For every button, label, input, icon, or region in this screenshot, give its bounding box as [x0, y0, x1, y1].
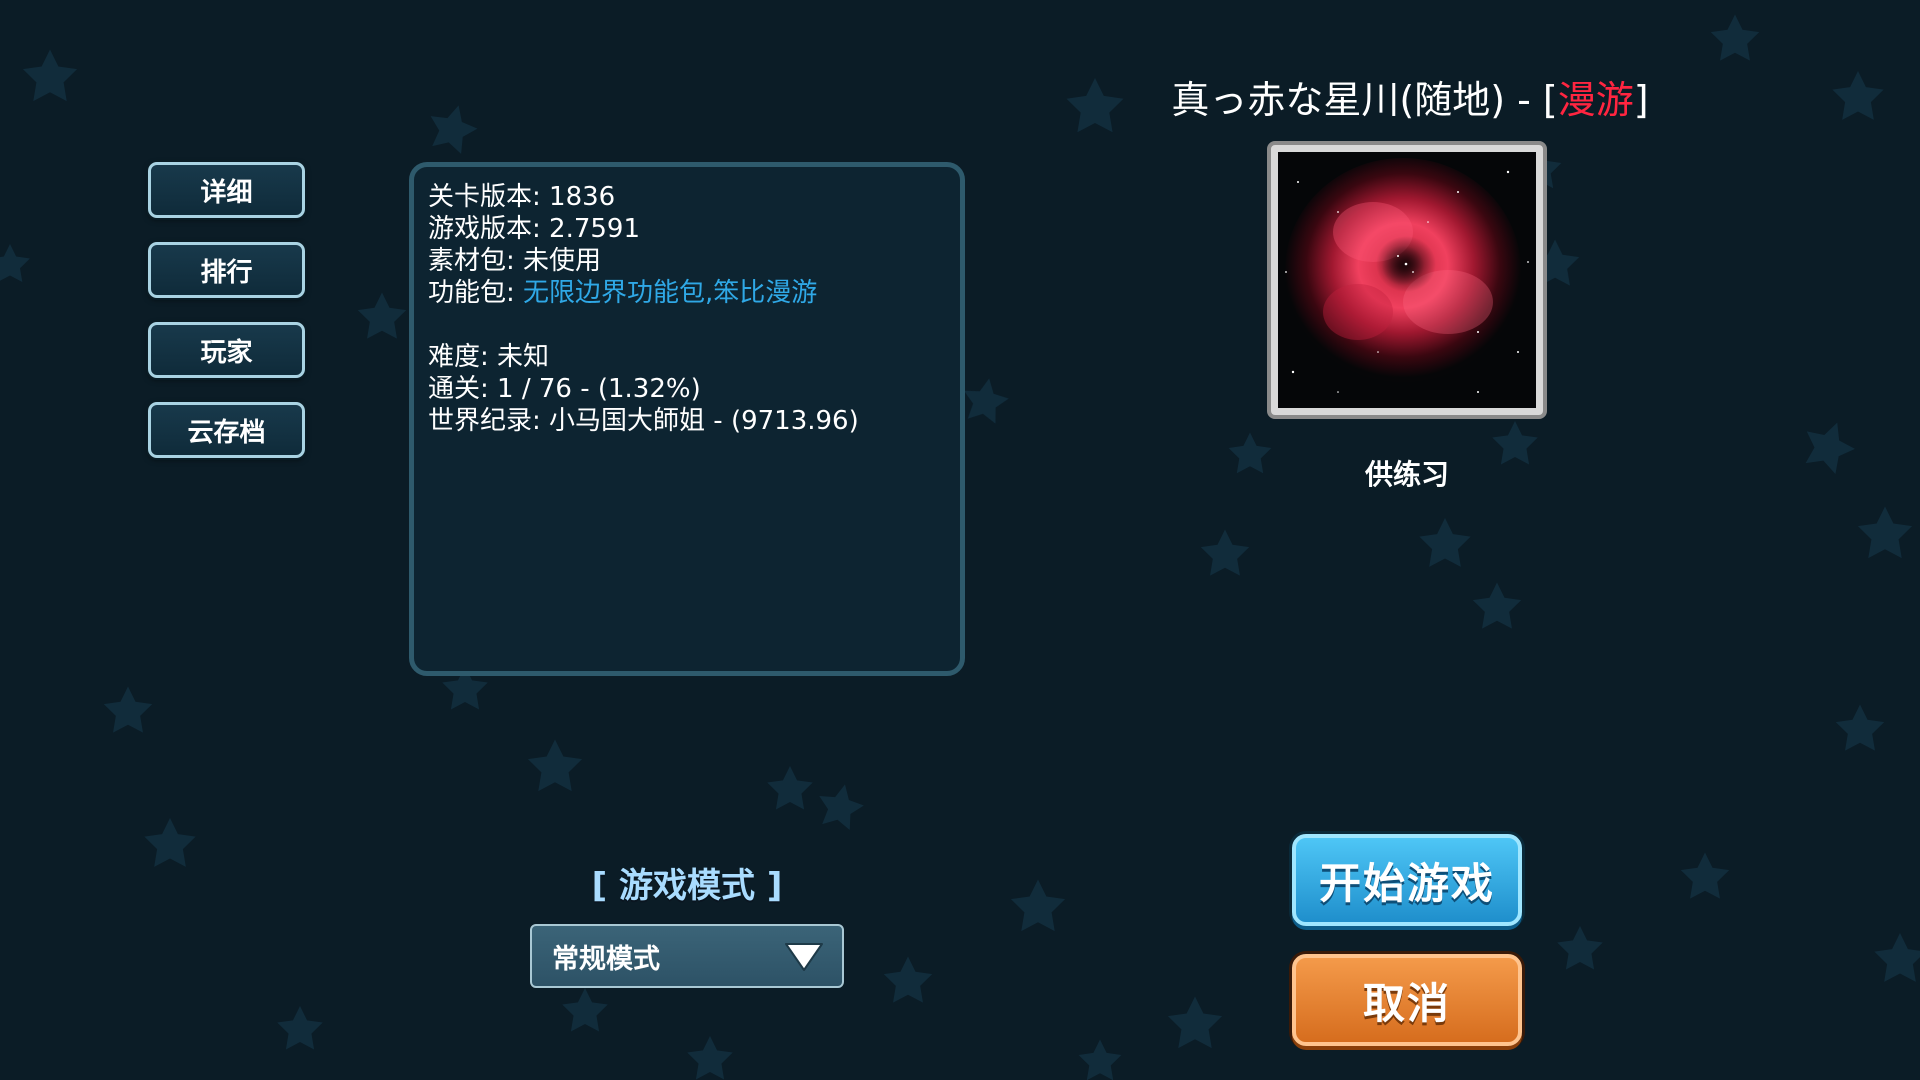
level-version-label: 关卡版本: [428, 182, 550, 212]
difficulty-label: 难度: [428, 342, 498, 372]
level-title-text: 真っ赤な星川(随地) - [ [1171, 78, 1558, 122]
triangle-down-icon [785, 943, 823, 971]
level-preview-frame [1267, 141, 1547, 419]
cloud-save-button[interactable]: 云存档 [148, 402, 305, 458]
asset-pack-line: 素材包: 未使用 [428, 245, 960, 277]
cloud-save-button-label: 云存档 [187, 417, 266, 448]
details-button[interactable]: 详细 [148, 162, 305, 218]
game-version-line: 游戏版本: 2.7591 [428, 213, 960, 245]
game-mode-title: [ 游戏模式 ] [591, 866, 783, 906]
level-mode-tag: 漫游 [1557, 78, 1634, 122]
level-title-suffix: ] [1633, 78, 1649, 122]
game-mode-dropdown[interactable]: 常规模式 [530, 924, 844, 988]
feature-pack-link[interactable]: 无限边界功能包,笨比漫游 [523, 278, 817, 308]
clear-rate-line: 通关: 1 / 76 - (1.32%) [428, 373, 960, 405]
start-game-button[interactable]: 开始游戏 [1292, 834, 1522, 926]
ranking-button[interactable]: 排行 [148, 242, 305, 298]
feature-pack-label: 功能包: [428, 278, 524, 308]
level-version-value: 1836 [549, 182, 616, 212]
game-mode-selected: 常规模式 [552, 943, 660, 975]
ranking-button-label: 排行 [200, 257, 253, 288]
difficulty-line: 难度: 未知 [428, 341, 960, 373]
difficulty-value: 未知 [497, 342, 550, 372]
world-record-line: 世界纪录: 小马国大師姐 - (9713.96) [428, 405, 960, 437]
world-record-label: 世界纪录: [428, 406, 550, 436]
asset-pack-value: 未使用 [523, 246, 602, 276]
level-title: 真っ赤な星川(随地) - [漫游] [1100, 70, 1720, 130]
game-version-label: 游戏版本: [428, 214, 550, 244]
cancel-label: 取消 [1362, 978, 1451, 1028]
clear-rate-value: 1 / 76 - (1.32%) [497, 374, 701, 404]
asset-pack-label: 素材包: [428, 246, 524, 276]
start-game-label: 开始游戏 [1318, 858, 1495, 908]
red-nebula-image [1278, 152, 1536, 408]
details-button-label: 详细 [200, 177, 253, 208]
world-record-value: 小马国大師姐 - (9713.96) [549, 406, 859, 436]
level-version-line: 关卡版本: 1836 [428, 181, 960, 213]
practice-label: 供练习 [1364, 458, 1449, 491]
players-button[interactable]: 玩家 [148, 322, 305, 378]
cancel-button[interactable]: 取消 [1292, 954, 1522, 1046]
game-version-value: 2.7591 [549, 214, 641, 244]
clear-rate-label: 通关: [428, 374, 498, 404]
level-info-panel: 关卡版本: 1836 游戏版本: 2.7591 素材包: 未使用 功能包: 无限… [409, 162, 965, 676]
players-button-label: 玩家 [200, 337, 253, 368]
feature-pack-line: 功能包: 无限边界功能包,笨比漫游 [428, 277, 960, 309]
